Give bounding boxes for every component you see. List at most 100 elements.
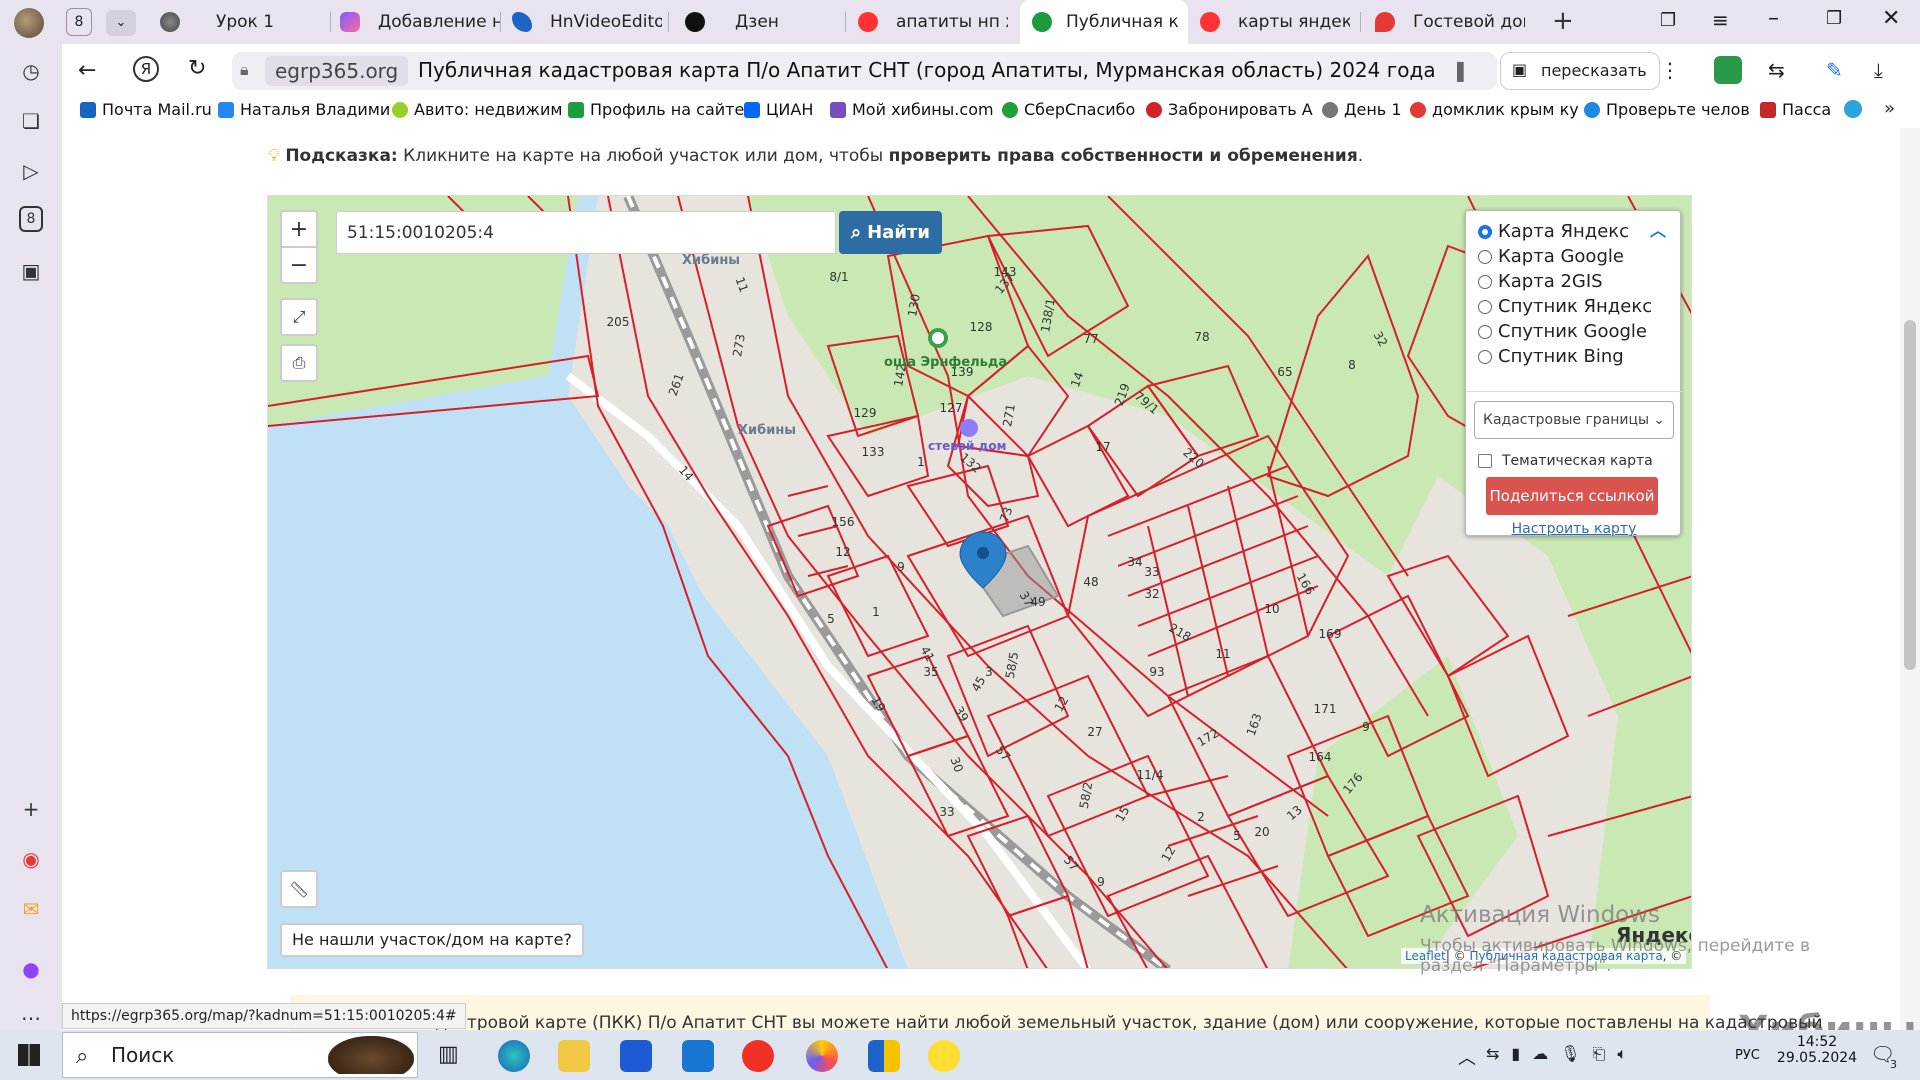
checkbox-icon	[1478, 454, 1492, 468]
store-icon[interactable]	[620, 1040, 652, 1072]
tab-karty-yandex[interactable]: карты яндекс к	[1200, 0, 1350, 44]
place-label: оща Эрнфельда	[884, 355, 1007, 370]
cadastral-search-input[interactable]: 51:15:0010205:4	[336, 211, 836, 254]
play-icon[interactable]: ▷	[16, 156, 46, 186]
add-panel-icon[interactable]: +	[16, 794, 46, 824]
tab-hnvideo[interactable]: HnVideoEditor_	[512, 0, 662, 44]
layer-option[interactable]: Спутник Яндекс	[1478, 296, 1652, 317]
poi-park-icon[interactable]	[928, 328, 948, 348]
collapse-chevron-icon[interactable]: ︿	[1650, 217, 1666, 241]
parcel-label: 32	[1144, 587, 1159, 601]
tray-chevron-icon[interactable]: ︿	[1458, 1044, 1476, 1070]
profile-avatar[interactable]	[14, 8, 44, 38]
bookmark-item[interactable]: Мой хибины.com	[830, 100, 994, 119]
counter-8-icon[interactable]: 8	[19, 206, 43, 232]
mail-icon[interactable]	[682, 1040, 714, 1072]
tab-urok[interactable]: Урок 1	[160, 0, 330, 44]
tab-apatity[interactable]: апатиты нп хиб	[858, 0, 1008, 44]
bookmark-item[interactable]: Забронировать А	[1146, 100, 1313, 119]
kebab-menu-icon[interactable]: ⋮	[1660, 58, 1680, 82]
layer-option[interactable]: Спутник Bing	[1478, 346, 1624, 367]
bookmark-item[interactable]: Профиль на сайте	[568, 100, 744, 119]
bookmark-item[interactable]: СберСпасибо	[1002, 100, 1135, 119]
find-button[interactable]: ⌕ Найти	[839, 211, 942, 254]
fullscreen-icon[interactable]: ⤢	[280, 298, 318, 336]
url-domain[interactable]: egrp365.org	[265, 56, 409, 86]
cian-icon	[744, 101, 760, 118]
maximize-icon[interactable]: ❐	[1826, 8, 1842, 29]
extension-translate-icon[interactable]: ⇆	[1768, 58, 1785, 82]
yandex-icon[interactable]	[742, 1040, 774, 1072]
explorer-icon[interactable]	[558, 1040, 590, 1072]
menu-icon[interactable]: ≡	[1712, 8, 1729, 32]
telegram-icon[interactable]	[1844, 100, 1862, 118]
collections-icon[interactable]: ❐	[1660, 10, 1676, 31]
history-icon[interactable]: ◷	[16, 56, 46, 86]
cadastral-map[interactable]: 143 130 128 138/1 77 78 65 8 32 142 139 …	[267, 195, 1692, 969]
yandex-browser-icon[interactable]	[806, 1040, 838, 1072]
minimize-icon[interactable]: –	[1768, 6, 1779, 31]
maps-icon[interactable]: ◉	[16, 844, 46, 874]
language-indicator[interactable]: РУС	[1735, 1048, 1760, 1063]
bookmark-item[interactable]: Почта Mail.ru	[80, 100, 212, 119]
rzd-icon	[1146, 101, 1162, 118]
back-icon[interactable]: ←	[78, 58, 96, 83]
task-view-icon[interactable]: ▥	[438, 1042, 459, 1067]
tab-publichnaya[interactable]: Публичная к✕	[1020, 0, 1188, 44]
bookmark-item[interactable]: Пасса	[1760, 100, 1831, 119]
tab-counter[interactable]: 8	[66, 8, 92, 36]
new-tab-button[interactable]: +	[1552, 6, 1574, 36]
windows-start-icon[interactable]	[18, 1044, 40, 1066]
bookmark-item[interactable]: ЦИАН	[744, 100, 813, 119]
not-found-button[interactable]: Не нашли участок/дом на карте?	[280, 923, 584, 957]
more-icon[interactable]: …	[16, 998, 46, 1028]
radio-icon	[1478, 224, 1492, 239]
clock[interactable]: 14:52 29.05.2024	[1772, 1034, 1862, 1066]
wave-icon	[512, 12, 532, 32]
configure-map-link[interactable]: Настроить карту	[1466, 521, 1682, 537]
share-link-button[interactable]: Поделиться ссылкой	[1486, 477, 1658, 515]
bookmark-item[interactable]: Авито: недвижим	[392, 100, 562, 119]
bookmarks-more-icon[interactable]: »	[1884, 98, 1895, 119]
clock-date: 29.05.2024	[1776, 1050, 1858, 1066]
zoom-in-button[interactable]: +	[280, 210, 318, 248]
extension-edit-icon[interactable]: ✎	[1826, 58, 1843, 82]
yandex-y-icon[interactable]: Я	[133, 56, 159, 82]
layer-option[interactable]: Карта Яндекс	[1478, 221, 1629, 242]
bookmark-icon[interactable]: ❚	[1452, 58, 1469, 82]
yandex-icon	[1200, 12, 1220, 32]
tab-list-chevron-icon[interactable]: ⌄	[106, 10, 136, 36]
tab-dzen[interactable]: Дзен	[685, 0, 835, 44]
parcel-label: 9	[897, 560, 905, 574]
parcel-label: 129	[854, 406, 877, 420]
mail-icon[interactable]: ✉	[16, 894, 46, 924]
print-icon[interactable]: ⎙	[280, 344, 318, 382]
bookmark-item[interactable]: домклик крым ку	[1410, 100, 1579, 119]
parcel-label: 3	[985, 665, 993, 679]
thematic-checkbox[interactable]: Тематическая карта	[1478, 453, 1653, 469]
close-window-icon[interactable]: ✕	[1882, 6, 1900, 31]
alice-icon[interactable]: ●	[16, 954, 46, 984]
tabs-icon[interactable]: ❏	[16, 106, 46, 136]
security-shield-icon[interactable]	[868, 1040, 900, 1072]
layer-select[interactable]: Кадастровые границы ⌄	[1474, 401, 1674, 439]
extension-shield-icon[interactable]	[1714, 56, 1742, 84]
layer-option[interactable]: Спутник Google	[1478, 321, 1647, 342]
poi-guesthouse-icon[interactable]	[960, 419, 978, 437]
scrollbar-thumb[interactable]	[1904, 320, 1916, 670]
bookmark-item[interactable]: День 1	[1322, 100, 1402, 119]
tab-dobavlenie[interactable]: Добавление но	[340, 0, 500, 44]
tray-icons[interactable]: ⇆▮☁🎙︎⎗🔈︎	[1486, 1044, 1639, 1064]
bookmark-item[interactable]: Проверьте челов	[1584, 100, 1750, 119]
edge-icon[interactable]	[498, 1040, 530, 1072]
layer-option[interactable]: Карта Google	[1478, 246, 1624, 267]
layer-option[interactable]: Карта 2GIS	[1478, 271, 1603, 292]
bookmark-item[interactable]: Наталья Владими	[218, 100, 390, 119]
downloads-icon[interactable]: ⤓	[1874, 58, 1883, 82]
tab-gostevoy[interactable]: Гостевой дом –	[1375, 0, 1525, 44]
ruler-icon[interactable]: 📏︎	[280, 870, 318, 908]
yandex-y-icon[interactable]	[928, 1040, 960, 1072]
reload-icon[interactable]: ↻	[188, 56, 206, 81]
zoom-out-button[interactable]: −	[280, 246, 318, 284]
screenshot-icon[interactable]: ▣	[16, 256, 46, 286]
